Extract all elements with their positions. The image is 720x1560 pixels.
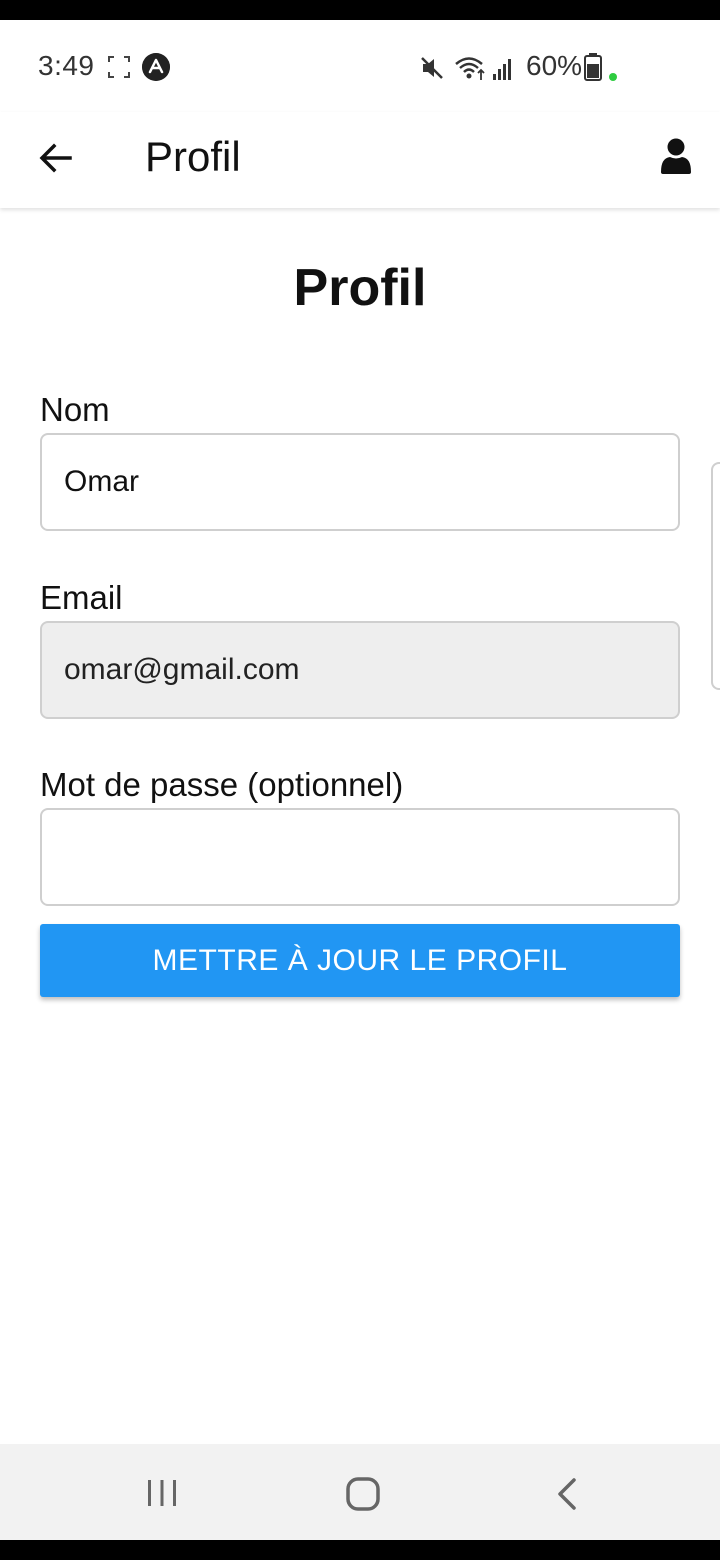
email-label: Email (40, 579, 123, 616)
signal-icon (493, 59, 511, 80)
email-input (64, 653, 656, 687)
system-nav-bar (0, 1444, 720, 1540)
email-field (40, 621, 680, 719)
status-bar: 3:49 60% (0, 20, 720, 112)
app-bar: Profil (0, 112, 720, 208)
screenshot-icon (108, 56, 130, 78)
update-profile-button[interactable]: METTRE À JOUR LE PROFIL (40, 924, 680, 997)
password-input[interactable] (64, 840, 656, 874)
status-indicator-dot (609, 73, 617, 81)
bottom-bezel (0, 1540, 720, 1560)
name-field[interactable] (40, 433, 680, 531)
back-button[interactable] (30, 132, 82, 184)
page-heading: Profil (293, 259, 427, 317)
user-button[interactable] (654, 130, 698, 182)
app-notification-icon (142, 53, 170, 81)
password-label: Mot de passe (optionnel) (40, 766, 404, 803)
screen: 3:49 60% Profil Profil Nom Omar Email om… (0, 0, 720, 1560)
home-icon[interactable] (344, 1476, 382, 1512)
app-bar-title: Profil (145, 133, 241, 180)
battery-percent: 60% (526, 50, 583, 81)
wifi-icon (455, 57, 485, 80)
name-label: Nom (40, 391, 110, 428)
recents-icon[interactable] (145, 1478, 179, 1508)
mute-icon (421, 57, 443, 79)
offscreen-panel-edge (711, 462, 720, 690)
battery-icon (584, 53, 602, 81)
arrow-left-icon (39, 143, 72, 173)
name-input[interactable] (64, 465, 656, 499)
back-icon[interactable] (552, 1476, 580, 1512)
top-bezel (0, 0, 720, 20)
user-icon (661, 138, 691, 174)
status-time: 3:49 (38, 50, 95, 81)
password-field[interactable] (40, 808, 680, 906)
